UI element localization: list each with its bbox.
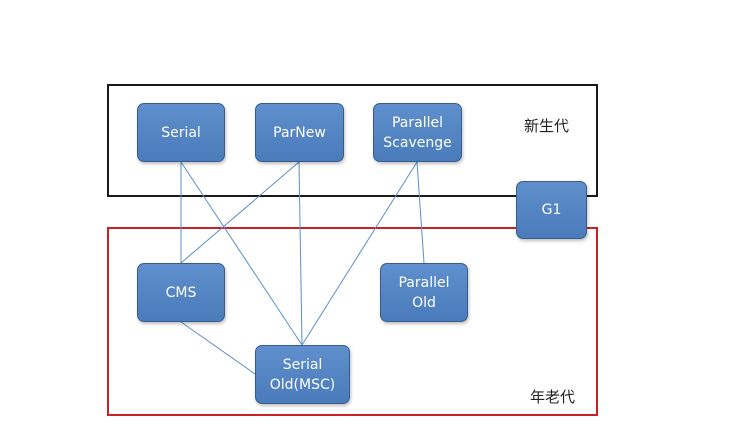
link-parnew-serial-old [298, 161, 303, 346]
young-generation-label: 新生代 [524, 117, 570, 135]
link-cms-serial-old [180, 321, 256, 375]
old-generation-label: 年老代 [530, 388, 576, 406]
cms-collector-node: CMS [137, 263, 225, 322]
link-parallel-scavenge-parallel-old [416, 161, 425, 264]
serial-old-collector-node: Serial Old(MSC) [255, 345, 350, 404]
g1-collector-node: G1 [516, 181, 587, 239]
connector-lines [180, 161, 425, 375]
parallel-scavenge-collector-node: Parallel Scavenge [373, 103, 462, 162]
link-parnew-cms [180, 161, 300, 264]
parallel-old-collector-node: Parallel Old [380, 263, 468, 322]
serial-collector-node: Serial [137, 103, 225, 162]
parnew-collector-node: ParNew [255, 103, 344, 162]
